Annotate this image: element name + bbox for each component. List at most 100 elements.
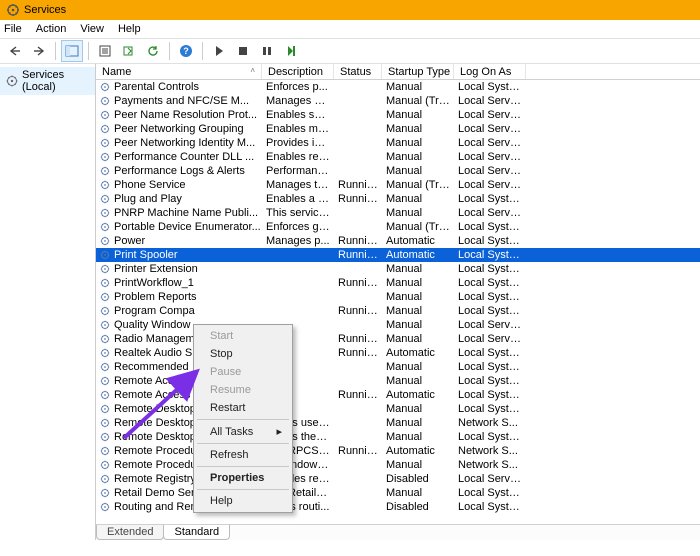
service-status [334,206,382,220]
tab-standard[interactable]: Standard [163,525,230,540]
service-name: Peer Name Resolution Prot... [114,108,257,122]
service-row[interactable]: Performance Counter DLL ...Enables rem..… [96,150,700,164]
service-row[interactable]: Program CompaRunningManualLocal Syste... [96,304,700,318]
ctx-properties[interactable]: Properties [196,469,290,487]
service-icon [98,94,112,108]
service-icon [98,108,112,122]
service-row[interactable]: Peer Networking Identity M...Provides id… [96,136,700,150]
service-startup: Automatic [382,248,454,262]
col-status[interactable]: Status [334,64,382,79]
service-row[interactable]: Portable Device Enumerator...Enforces gr… [96,220,700,234]
services-list[interactable]: Parental ControlsEnforces p...ManualLoca… [96,80,700,524]
service-row[interactable]: Plug and PlayEnables a c...RunningManual… [96,192,700,206]
menu-view[interactable]: View [80,23,104,35]
service-row[interactable]: Payments and NFC/SE M...Manages pa...Man… [96,94,700,108]
service-row[interactable]: Radio ManagemRunningManualLocal Service [96,332,700,346]
service-row[interactable]: Print SpoolerRunningAutomaticLocal Syste… [96,248,700,262]
stop-service-button[interactable] [232,40,254,62]
service-startup: Manual [382,290,454,304]
back-button[interactable] [4,40,26,62]
col-logon[interactable]: Log On As [454,64,526,79]
ctx-restart[interactable]: Restart [196,399,290,417]
service-startup: Manual [382,486,454,500]
forward-button[interactable] [28,40,50,62]
ctx-stop[interactable]: Stop [196,345,290,363]
service-row[interactable]: PNRP Machine Name Publi...This service .… [96,206,700,220]
service-status [334,94,382,108]
service-row[interactable]: Remote Procedure Call (RPC)The RPCSS s..… [96,444,700,458]
service-icon [98,444,112,458]
service-row[interactable]: Peer Name Resolution Prot... Enables serv… [96,108,700,122]
properties-button[interactable] [94,40,116,62]
col-startup[interactable]: Startup Type [382,64,454,79]
menu-file[interactable]: File [4,23,22,35]
menu-help[interactable]: Help [118,23,141,35]
view-tabs: Extended Standard [96,524,700,540]
service-description [262,290,334,304]
service-row[interactable]: Printer ExtensionManualLocal Syste... [96,262,700,276]
col-name[interactable]: Name˄ [96,64,262,79]
service-status: Running [334,234,382,248]
ctx-start: Start [196,327,290,345]
service-status [334,136,382,150]
service-logon: Local Service [454,164,526,178]
service-icon [98,360,112,374]
service-row[interactable]: Peer Networking GroupingEnables mul...Ma… [96,122,700,136]
service-logon: Local Service [454,332,526,346]
service-name: Remote Access C [114,388,201,402]
refresh-button[interactable] [142,40,164,62]
tree-panel: Services (Local) [0,64,96,540]
service-row[interactable]: PowerManages p...RunningAutomaticLocal S… [96,234,700,248]
service-logon: Local Service [454,178,526,192]
service-name: Recommended [114,360,189,374]
service-row[interactable]: PrintWorkflow_1RunningManualLocal Syste.… [96,276,700,290]
service-row[interactable]: Remote Procedure Call (RP...In Windows..… [96,458,700,472]
ctx-help[interactable]: Help [196,492,290,510]
pause-service-button[interactable] [256,40,278,62]
service-startup: Manual [382,402,454,416]
service-icon [98,402,112,416]
service-status [334,262,382,276]
service-row[interactable]: Parental ControlsEnforces p...ManualLoca… [96,80,700,94]
service-row[interactable]: Remote Access AManualLocal Syste... [96,374,700,388]
show-tree-button[interactable] [61,40,83,62]
service-row[interactable]: Realtek Audio SRunningAutomaticLocal Sys… [96,346,700,360]
service-status: Running [334,248,382,262]
service-status: Running [334,304,382,318]
ctx-all-tasks[interactable]: All Tasks▸ [196,422,290,441]
service-logon: Local Syste... [454,402,526,416]
service-row[interactable]: Quality WindowManualLocal Service [96,318,700,332]
help-button[interactable]: ? [175,40,197,62]
service-status [334,164,382,178]
ctx-refresh[interactable]: Refresh [196,446,290,464]
start-service-button[interactable] [208,40,230,62]
column-headers: Name˄ Description Status Startup Type Lo… [96,64,700,80]
service-logon: Local Syste... [454,346,526,360]
service-row[interactable]: Remote Desktop Services U...Allows the r… [96,430,700,444]
service-icon [98,430,112,444]
tab-extended[interactable]: Extended [96,525,164,540]
service-row[interactable]: Remote Access CRunningAutomaticLocal Sys… [96,388,700,402]
service-row[interactable]: Routing and Remote AccessOffers routi...… [96,500,700,514]
service-startup: Manual [382,80,454,94]
service-row[interactable]: Retail Demo ServiceThe Retail D...Manual… [96,486,700,500]
service-row[interactable]: Performance Logs & AlertsPerformanc...Ma… [96,164,700,178]
service-name: Printer Extension [114,262,198,276]
service-row[interactable]: Remote Desktop ServicesAllows user...Man… [96,416,700,430]
ctx-pause: Pause [196,363,290,381]
service-description: Enables a c... [262,192,334,206]
service-description: Enables rem... [262,150,334,164]
service-description: Enables serv... [262,108,334,122]
service-row[interactable]: Remote RegistryEnables rem...DisabledLoc… [96,472,700,486]
service-row[interactable]: Remote DesktopManualLocal Syste... [96,402,700,416]
service-row[interactable]: RecommendedManualLocal Syste... [96,360,700,374]
service-icon [98,388,112,402]
service-row[interactable]: Problem ReportsManualLocal Syste... [96,290,700,304]
service-row[interactable]: Phone ServiceManages th...RunningManual … [96,178,700,192]
menu-action[interactable]: Action [36,23,67,35]
service-status [334,290,382,304]
restart-service-button[interactable] [280,40,302,62]
col-description[interactable]: Description [262,64,334,79]
export-button[interactable] [118,40,140,62]
tree-item-services-local[interactable]: Services (Local) [0,67,95,95]
